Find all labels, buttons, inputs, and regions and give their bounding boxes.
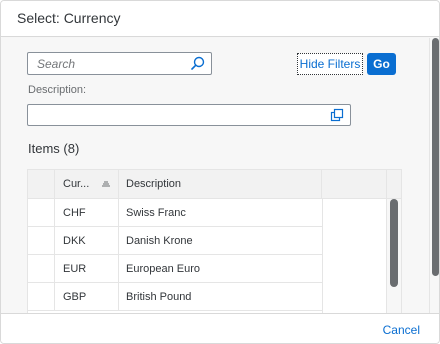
table-scrollbar-thumb[interactable] — [390, 199, 398, 287]
description-input[interactable] — [27, 104, 351, 126]
go-button[interactable]: Go — [367, 53, 396, 75]
dialog-scrollbar[interactable] — [429, 38, 439, 313]
currency-code: DKK — [55, 227, 119, 255]
column-header-currency[interactable]: Cur... — [55, 170, 119, 199]
table-row[interactable]: DKK Danish Krone — [28, 227, 322, 255]
currency-code: CHF — [55, 199, 119, 227]
dialog-header: Select: Currency — [1, 1, 439, 37]
column-header-label: Cur... — [63, 178, 90, 190]
dialog-footer: Cancel — [1, 313, 439, 343]
value-help-dialog: Select: Currency Search Hide Filters Go … — [0, 0, 440, 344]
search-icon[interactable] — [191, 56, 205, 71]
row-selector[interactable] — [28, 283, 55, 311]
row-selector[interactable] — [28, 255, 55, 283]
hide-filters-button[interactable]: Hide Filters — [297, 53, 363, 75]
table-filler-column — [322, 199, 387, 313]
table-row[interactable]: GBP British Pound — [28, 283, 322, 311]
search-placeholder: Search — [37, 57, 76, 71]
dialog-title: Select: Currency — [17, 10, 121, 26]
items-table: Cur... Description CHF Swiss Franc DKK D… — [27, 169, 402, 313]
value-help-icon[interactable] — [330, 108, 344, 122]
description-label: Description: — [28, 84, 87, 96]
row-selector[interactable] — [28, 227, 55, 255]
currency-description: Danish Krone — [126, 235, 193, 247]
table-scrollbar[interactable] — [387, 199, 401, 313]
currency-code: GBP — [55, 283, 119, 311]
dialog-content: Search Hide Filters Go Description: Item… — [1, 38, 429, 313]
column-header-description[interactable]: Description — [119, 170, 322, 199]
currency-description: Swiss Franc — [126, 207, 186, 219]
column-header-filler — [322, 170, 387, 199]
currency-code: EUR — [55, 255, 119, 283]
dialog-scrollbar-thumb[interactable] — [432, 38, 439, 276]
sort-ascending-icon — [102, 181, 110, 187]
table-header: Cur... Description — [28, 170, 401, 199]
table-row[interactable]: EUR European Euro — [28, 255, 322, 283]
table-row[interactable]: CHF Swiss Franc — [28, 199, 322, 227]
search-field[interactable]: Search — [27, 52, 212, 75]
currency-description: British Pound — [126, 291, 192, 303]
currency-description: European Euro — [126, 263, 200, 275]
items-title: Items (8) — [28, 141, 80, 156]
row-selector[interactable] — [28, 199, 55, 227]
select-column-header — [28, 170, 55, 199]
cancel-button[interactable]: Cancel — [383, 323, 420, 337]
